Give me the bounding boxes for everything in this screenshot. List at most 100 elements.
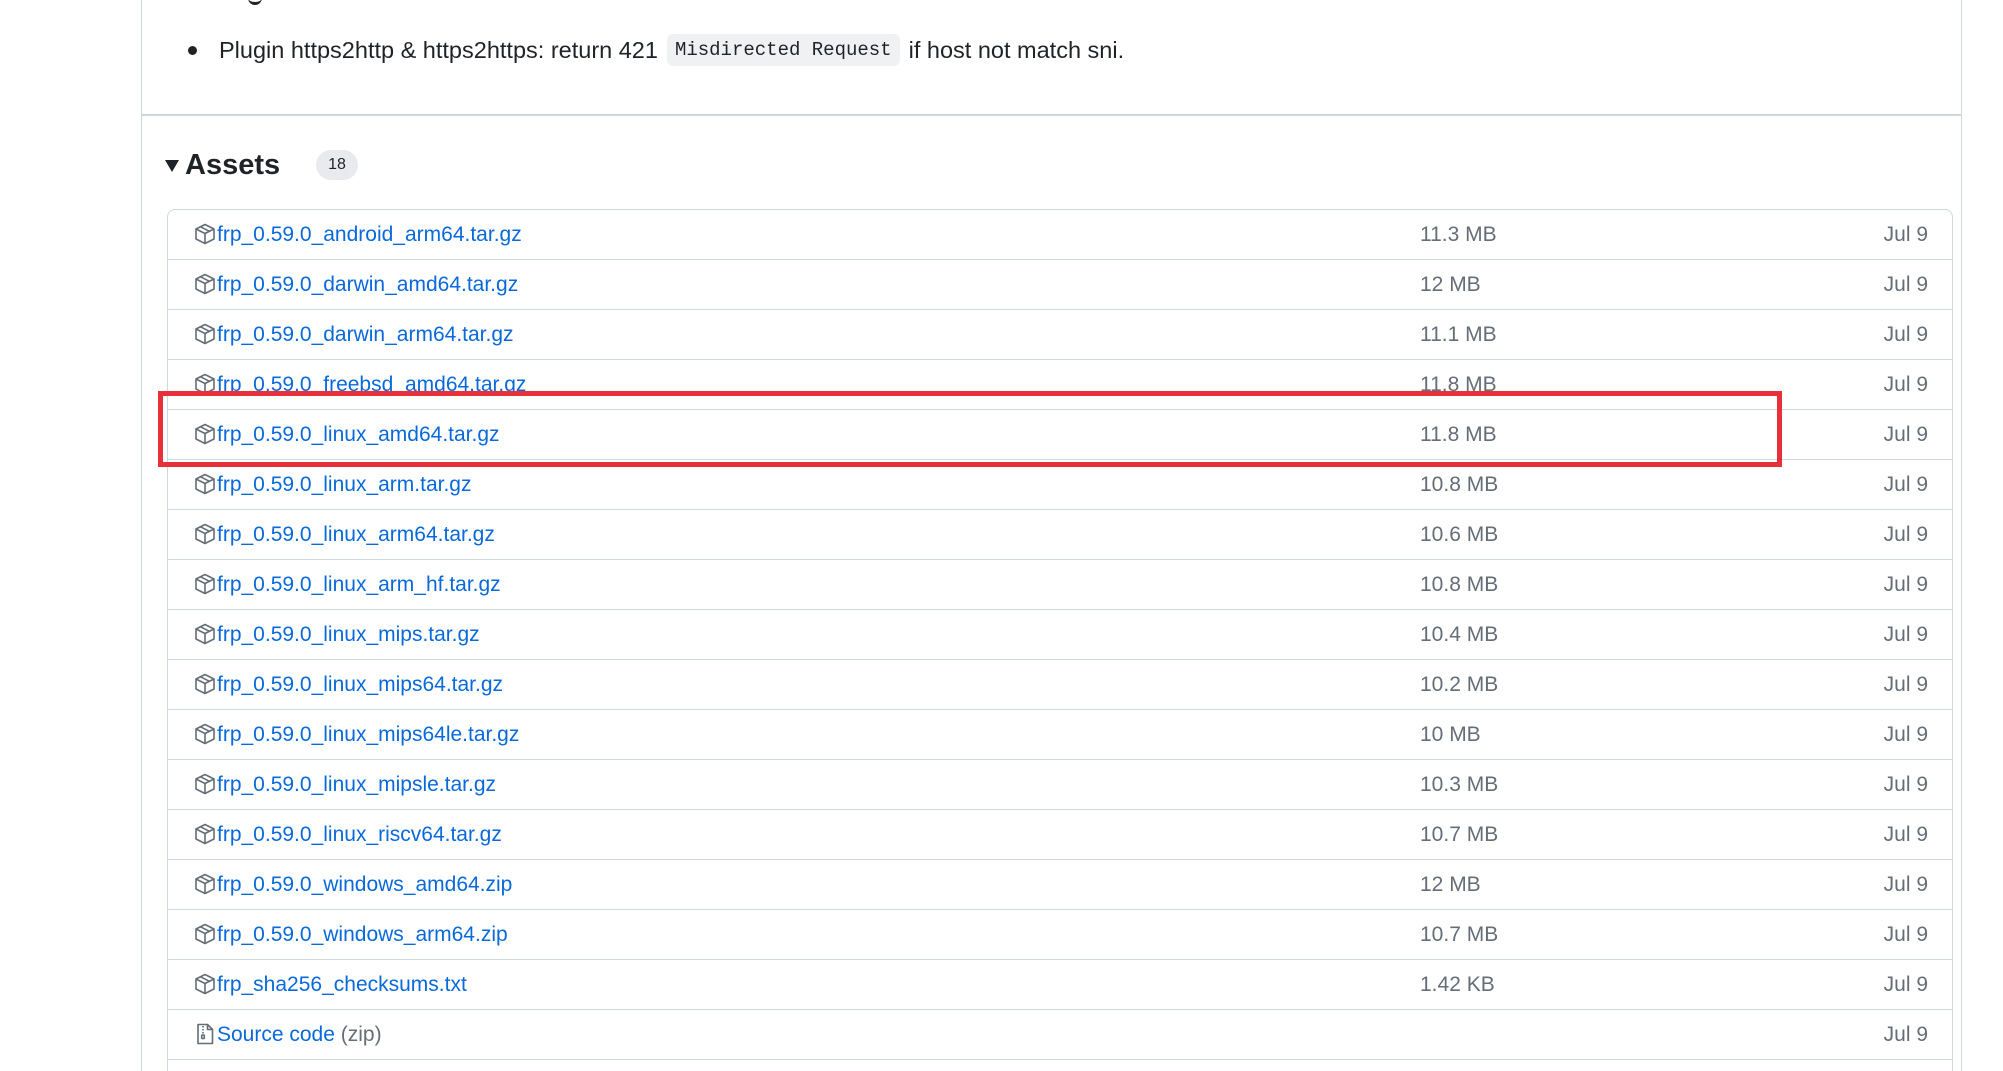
release-page: Plugin https2http & https2https: return … xyxy=(0,0,2003,1071)
asset-download-link[interactable]: frp_0.59.0_linux_amd64.tar.gz xyxy=(217,410,500,460)
bullet-icon xyxy=(188,45,197,55)
asset-download-link[interactable]: frp_0.59.0_darwin_arm64.tar.gz xyxy=(217,310,514,360)
asset-name: frp_0.59.0_linux_mips64.tar.gz xyxy=(217,673,504,696)
asset-date: Jul 9 xyxy=(1883,223,1928,246)
asset-size: 12 MB xyxy=(1420,273,1481,296)
asset-download-link[interactable]: frp_0.59.0_linux_arm64.tar.gz xyxy=(217,510,495,560)
asset-date: Jul 9 xyxy=(1883,373,1928,396)
package-icon xyxy=(193,922,217,946)
asset-download-link[interactable]: frp_0.59.0_windows_arm64.zip xyxy=(217,910,508,960)
assets-toggle[interactable]: Assets 18 xyxy=(165,145,358,185)
asset-name-suffix: (zip) xyxy=(340,1023,382,1046)
asset-name: frp_0.59.0_linux_arm_hf.tar.gz xyxy=(217,573,501,596)
asset-row: frp_0.59.0_darwin_amd64.tar.gz 12 MB Jul 9 xyxy=(168,260,1952,310)
package-icon xyxy=(193,772,217,796)
asset-row: frp_0.59.0_windows_arm64.zip 10.7 MB Jul 9 xyxy=(168,910,1952,960)
asset-row: frp_0.59.0_linux_amd64.tar.gz 11.8 MB Jul … xyxy=(168,410,1952,460)
asset-name: Source code xyxy=(217,1023,335,1046)
asset-name: frp_0.59.0_linux_arm.tar.gz xyxy=(217,473,472,496)
asset-size: 10 MB xyxy=(1420,723,1481,746)
release-note-item: Plugin https2http & https2https: return … xyxy=(188,30,1124,70)
asset-row xyxy=(168,1060,1952,1071)
package-icon xyxy=(193,372,217,396)
asset-row: frp_0.59.0_linux_mips.tar.gz 10.4 MB Jul 9 xyxy=(168,610,1952,660)
asset-row: frp_0.59.0_windows_amd64.zip 12 MB Jul 9 xyxy=(168,860,1952,910)
asset-date: Jul 9 xyxy=(1883,723,1928,746)
package-icon xyxy=(193,322,217,346)
asset-download-link[interactable]: Source code (zip) xyxy=(217,1010,382,1060)
asset-name: frp_0.59.0_linux_amd64.tar.gz xyxy=(217,423,500,446)
asset-date: Jul 9 xyxy=(1883,873,1928,896)
asset-download-link[interactable]: frp_0.59.0_linux_arm_hf.tar.gz xyxy=(217,560,501,610)
asset-name: frp_0.59.0_linux_mipsle.tar.gz xyxy=(217,773,496,796)
package-icon xyxy=(193,672,217,696)
asset-date: Jul 9 xyxy=(1883,573,1928,596)
asset-date: Jul 9 xyxy=(1883,773,1928,796)
asset-size: 10.7 MB xyxy=(1420,923,1499,946)
asset-size: 12 MB xyxy=(1420,873,1481,896)
asset-size: 11.8 MB xyxy=(1420,423,1497,446)
asset-name: frp_0.59.0_freebsd_amd64.tar.gz xyxy=(217,373,527,396)
asset-date: Jul 9 xyxy=(1883,273,1928,296)
note-text-after: if host not match sni. xyxy=(908,36,1125,63)
asset-size: 10.3 MB xyxy=(1420,773,1499,796)
asset-name: frp_0.59.0_windows_amd64.zip xyxy=(217,873,513,896)
asset-date: Jul 9 xyxy=(1883,323,1928,346)
asset-date: Jul 9 xyxy=(1883,1023,1928,1046)
asset-date: Jul 9 xyxy=(1883,823,1928,846)
asset-row: frp_0.59.0_linux_mips64.tar.gz 10.2 MB Jul… xyxy=(168,660,1952,710)
asset-row: frp_sha256_checksums.txt 1.42 KB Jul 9 xyxy=(168,960,1952,1010)
section-divider xyxy=(141,114,1962,116)
asset-row: Source code (zip) Jul 9 xyxy=(168,1010,1952,1060)
inline-code: Misdirected Request xyxy=(666,34,900,66)
asset-date: Jul 9 xyxy=(1883,923,1928,946)
caret-down-icon xyxy=(165,160,179,172)
asset-size: 10.6 MB xyxy=(1420,523,1499,546)
assets-list: frp_0.59.0_android_arm64.tar.gz 11.3 MB Ju… xyxy=(167,209,1953,1071)
asset-date: Jul 9 xyxy=(1883,673,1928,696)
asset-row: frp_0.59.0_linux_mips64le.tar.gz 10 MB Jul… xyxy=(168,710,1952,760)
assets-count-badge: 18 xyxy=(316,150,358,180)
asset-download-link[interactable]: frp_0.59.0_freebsd_amd64.tar.gz xyxy=(217,360,526,410)
package-icon xyxy=(193,622,217,646)
package-icon xyxy=(193,472,217,496)
asset-row: frp_0.59.0_linux_arm64.tar.gz 10.6 MB Jul … xyxy=(168,510,1952,560)
asset-date: Jul 9 xyxy=(1883,623,1928,646)
asset-download-link[interactable]: frp_0.59.0_linux_mipsle.tar.gz xyxy=(217,760,496,810)
asset-name: frp_0.59.0_linux_mips.tar.gz xyxy=(217,623,480,646)
asset-download-link[interactable]: frp_0.59.0_linux_mips64.tar.gz xyxy=(217,660,503,710)
asset-name: frp_sha256_checksums.txt xyxy=(217,973,467,996)
asset-download-link[interactable]: frp_sha256_checksums.txt xyxy=(217,960,467,1010)
package-icon xyxy=(193,222,217,246)
asset-size: 11.8 MB xyxy=(1420,373,1497,396)
note-text-before: Plugin https2http & https2https: return … xyxy=(219,36,658,63)
assets-title[interactable]: Assets xyxy=(185,149,280,182)
asset-name: frp_0.59.0_linux_mips64le.tar.gz xyxy=(217,723,520,746)
asset-name: frp_0.59.0_windows_arm64.zip xyxy=(217,923,508,946)
asset-download-link[interactable]: frp_0.59.0_windows_amd64.zip xyxy=(217,860,512,910)
asset-row: frp_0.59.0_linux_arm_hf.tar.gz 10.8 MB Jul… xyxy=(168,560,1952,610)
asset-download-link[interactable]: frp_0.59.0_linux_mips64le.tar.gz xyxy=(217,710,519,760)
package-icon xyxy=(193,722,217,746)
asset-download-link[interactable]: frp_0.59.0_linux_arm.tar.gz xyxy=(217,460,471,510)
asset-row: frp_0.59.0_freebsd_amd64.tar.gz 11.8 MB Ju… xyxy=(168,360,1952,410)
asset-row: frp_0.59.0_linux_arm.tar.gz 10.8 MB Jul 9 xyxy=(168,460,1952,510)
asset-name: frp_0.59.0_darwin_arm64.tar.gz xyxy=(217,323,514,346)
asset-size: 10.4 MB xyxy=(1420,623,1499,646)
file-zip-icon xyxy=(193,1022,217,1046)
package-icon xyxy=(193,422,217,446)
asset-download-link[interactable]: frp_0.59.0_darwin_amd64.tar.gz xyxy=(217,260,518,310)
asset-size: 11.1 MB xyxy=(1420,323,1497,346)
asset-size: 11.3 MB xyxy=(1420,223,1497,246)
asset-date: Jul 9 xyxy=(1883,423,1928,446)
package-icon xyxy=(193,822,217,846)
asset-download-link[interactable]: frp_0.59.0_android_arm64.tar.gz xyxy=(217,210,522,260)
package-icon xyxy=(193,572,217,596)
asset-size: 1.42 KB xyxy=(1420,973,1495,996)
asset-name: frp_0.59.0_linux_arm64.tar.gz xyxy=(217,523,495,546)
package-icon xyxy=(193,972,217,996)
asset-download-link[interactable]: frp_0.59.0_linux_mips.tar.gz xyxy=(217,610,480,660)
asset-download-link[interactable]: frp_0.59.0_linux_riscv64.tar.gz xyxy=(217,810,502,860)
asset-name: frp_0.59.0_linux_riscv64.tar.gz xyxy=(217,823,502,846)
asset-size: 10.7 MB xyxy=(1420,823,1499,846)
